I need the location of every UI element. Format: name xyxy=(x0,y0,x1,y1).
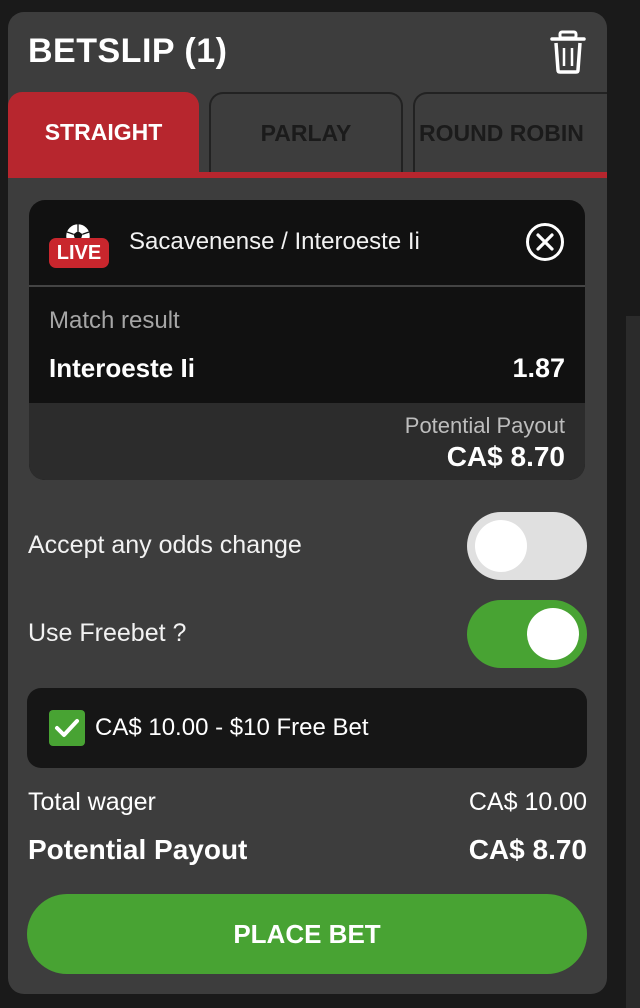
total-wager-label: Total wager xyxy=(28,788,156,816)
freebet-option[interactable]: CA$ 10.00 - $10 Free Bet xyxy=(27,688,587,768)
card-payout: Potential Payout CA$ 8.70 xyxy=(29,403,585,480)
freebet-text: CA$ 10.00 - $10 Free Bet xyxy=(95,714,369,741)
selection-odds: 1.87 xyxy=(512,353,565,383)
bet-type-tabs: STRAIGHT PARLAY ROUND ROBIN xyxy=(8,92,607,190)
tab-underline xyxy=(8,172,607,178)
accept-odds-label: Accept any odds change xyxy=(28,531,302,559)
accept-odds-toggle[interactable] xyxy=(467,512,587,580)
potential-payout-value: CA$ 8.70 xyxy=(468,834,587,865)
tab-label: PARLAY xyxy=(260,119,352,146)
toggle-knob xyxy=(475,520,527,572)
card-payout-value: CA$ 8.70 xyxy=(446,441,565,472)
trash-icon[interactable] xyxy=(548,30,588,74)
potential-payout-label: Potential Payout xyxy=(28,834,248,865)
tab-round-robin[interactable]: ROUND ROBIN xyxy=(413,92,607,172)
betslip-title: BETSLIP (1) xyxy=(28,32,228,70)
bet-card: LIVE Sacavenense / Interoeste Ii Match r… xyxy=(29,200,585,480)
use-freebet-toggle[interactable] xyxy=(467,600,587,668)
freebet-checkbox[interactable] xyxy=(49,710,85,746)
card-divider xyxy=(29,285,585,287)
betslip-panel: BETSLIP (1) STRAIGHT PARLAY ROUND ROBIN xyxy=(8,12,607,994)
betslip-header: BETSLIP (1) xyxy=(8,12,607,92)
use-freebet-label: Use Freebet ? xyxy=(28,619,187,647)
event-name: Sacavenense / Interoeste Ii xyxy=(129,228,420,255)
checkmark-icon xyxy=(55,719,79,737)
tab-label: STRAIGHT xyxy=(44,118,163,145)
live-badge: LIVE xyxy=(49,222,111,270)
toggle-knob xyxy=(527,608,579,660)
selection-name: Interoeste Ii xyxy=(49,353,195,383)
live-label: LIVE xyxy=(49,238,109,268)
close-circle-icon[interactable] xyxy=(525,222,565,262)
tab-straight[interactable]: STRAIGHT xyxy=(8,92,199,172)
page-edge-strip xyxy=(626,316,640,1008)
total-wager-value: CA$ 10.00 xyxy=(468,788,587,816)
place-bet-button[interactable]: PLACE BET xyxy=(27,894,587,974)
market-name: Match result xyxy=(49,307,180,334)
tab-label: ROUND ROBIN xyxy=(419,119,584,146)
card-payout-label: Potential Payout xyxy=(404,413,565,438)
tab-parlay[interactable]: PARLAY xyxy=(209,92,403,172)
